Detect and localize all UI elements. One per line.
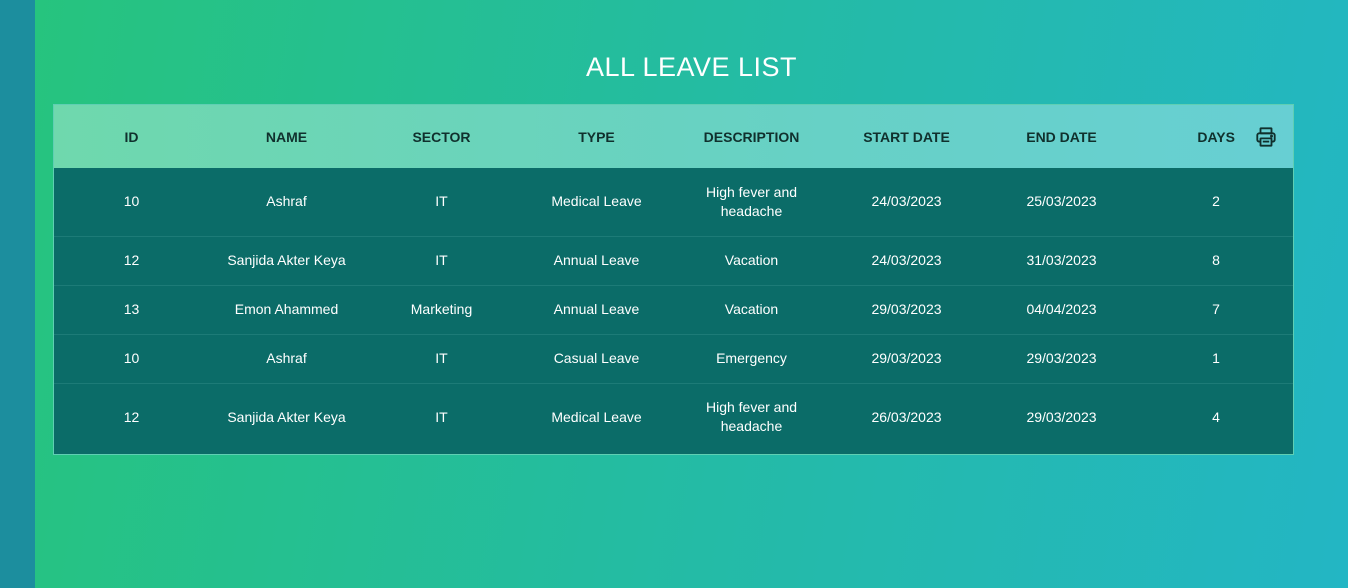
column-header-start-date: START DATE (863, 128, 950, 145)
table-header: ID NAME SECTOR TYPE DESCRIPTION START DA… (54, 105, 1293, 168)
cell-description: High fever and headache (705, 399, 798, 435)
cell-id: 12 (54, 236, 209, 286)
cell-id: 13 (54, 285, 209, 335)
cell-name: Ashraf (209, 334, 364, 384)
table-body: 10 Ashraf IT Medical Leave High fever an… (54, 168, 1293, 451)
cell-name: Ashraf (209, 168, 364, 237)
cell-start-date: 29/03/2023 (829, 285, 984, 335)
table-row: 13 Emon Ahammed Marketing Annual Leave V… (54, 285, 1293, 335)
cell-days: 4 (1212, 408, 1220, 425)
leave-table-container: ID NAME SECTOR TYPE DESCRIPTION START DA… (53, 104, 1294, 455)
cell-days: 1 (1139, 334, 1293, 384)
cell-description: Emergency (674, 334, 829, 384)
column-header-days: DAYS (1197, 128, 1235, 145)
cell-days: 7 (1139, 285, 1293, 335)
table-row: 12 Sanjida Akter Keya IT Annual Leave Va… (54, 236, 1293, 286)
column-header-name: NAME (265, 128, 308, 145)
cell-end-date: 29/03/2023 (984, 334, 1139, 384)
cell-type: Casual Leave (519, 334, 674, 384)
cell-sector: IT (364, 334, 519, 384)
cell-description: High fever and headache (674, 168, 829, 237)
cell-sector: IT (435, 408, 448, 425)
cell-type: Medical Leave (519, 168, 674, 237)
cell-start-date: 29/03/2023 (829, 334, 984, 384)
cell-end-date: 04/04/2023 (984, 285, 1139, 335)
cell-type: Annual Leave (519, 285, 674, 335)
cell-start-date: 26/03/2023 (871, 408, 942, 425)
cell-sector: IT (364, 168, 519, 237)
column-header-days-cell: DAYS (1139, 105, 1293, 168)
cell-start-date: 24/03/2023 (829, 236, 984, 286)
cell-end-date: 25/03/2023 (984, 168, 1139, 237)
header-row: ID NAME SECTOR TYPE DESCRIPTION START DA… (54, 105, 1293, 168)
cell-sector: Marketing (364, 285, 519, 335)
cell-start-date: 24/03/2023 (829, 168, 984, 237)
leave-table: ID NAME SECTOR TYPE DESCRIPTION START DA… (54, 105, 1293, 451)
table-row: 12 Sanjida Akter Keya IT Medical Leave H… (54, 383, 1293, 451)
cell-description: Vacation (674, 285, 829, 335)
sidebar-strip (0, 0, 35, 588)
cell-days: 8 (1139, 236, 1293, 286)
column-header-type: TYPE (578, 128, 615, 145)
cell-id: 12 (123, 408, 140, 425)
cell-sector: IT (364, 236, 519, 286)
column-header-sector: SECTOR (412, 128, 471, 145)
table-row: 10 Ashraf IT Medical Leave High fever an… (54, 168, 1293, 237)
cell-id: 10 (54, 334, 209, 384)
cell-name: Sanjida Akter Keya (227, 408, 346, 425)
cell-description: Vacation (674, 236, 829, 286)
table-row: 10 Ashraf IT Casual Leave Emergency 29/0… (54, 334, 1293, 384)
cell-name: Sanjida Akter Keya (209, 236, 364, 286)
cell-name: Emon Ahammed (209, 285, 364, 335)
cell-days: 2 (1139, 168, 1293, 237)
cell-type: Medical Leave (551, 408, 642, 425)
column-header-end-date: END DATE (1026, 128, 1097, 145)
page: ALL LEAVE LIST ID NAME SECTOR TYPE DESCR… (0, 0, 1348, 588)
column-header-description: DESCRIPTION (703, 128, 800, 145)
page-title: ALL LEAVE LIST (585, 52, 798, 82)
cell-end-date: 29/03/2023 (1026, 408, 1097, 425)
cell-type: Annual Leave (519, 236, 674, 286)
cell-end-date: 31/03/2023 (984, 236, 1139, 286)
column-header-id: ID (124, 128, 139, 145)
cell-id: 10 (54, 168, 209, 237)
printer-icon[interactable] (1255, 126, 1277, 148)
